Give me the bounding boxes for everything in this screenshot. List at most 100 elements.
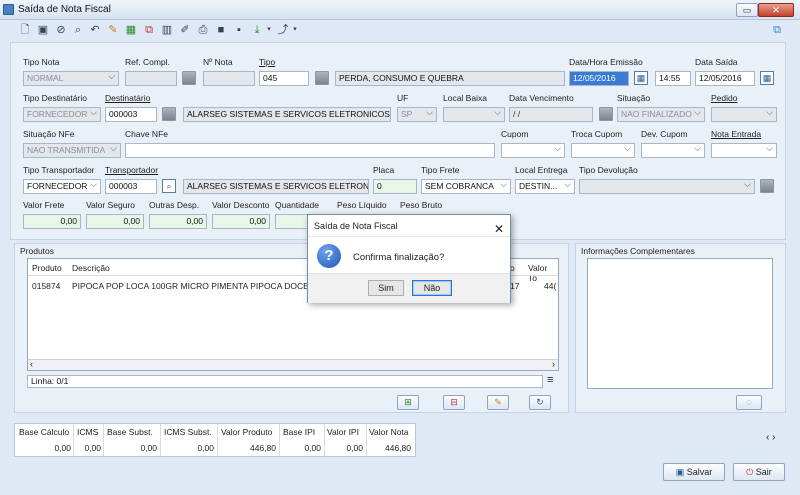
dark-box-icon[interactable]: ▪ [232,23,246,37]
nota-entrada-select[interactable] [711,143,777,158]
header-form: Tipo Nota NORMAL Ref. Compl. Nº Nota Tip… [10,42,786,240]
scroll-right-icon[interactable]: › [552,359,555,369]
toolbar: 🗋 ▣ ⊘ ⌕ ↶ ✎ ▦ ⧉ ▥ ✐ ⎙ ■ ▪ ⤓ ▾ ⤴ ▾ ⧉ [0,20,800,42]
valor-desconto-field[interactable]: 0,00 [212,214,270,229]
pedido-select[interactable] [711,107,777,122]
outras-desp-field[interactable]: 0,00 [149,214,207,229]
comment-add-button[interactable]: ◌ [736,395,762,410]
dialog-close-icon[interactable]: ✕ [494,218,504,240]
dialog-title-bar: Saída de Nota Fiscal ✕ [308,215,510,237]
import-dropdown-icon[interactable]: ▾ [262,23,276,37]
tipo-frete-select[interactable]: SEM COBRANCA [421,179,511,194]
dev-cupom-select[interactable] [641,143,705,158]
save-button[interactable]: ▣ Salvar [663,463,725,481]
data-saida-field[interactable]: 12/05/2016 [695,71,755,86]
destinatario-code-field[interactable]: 000003 [105,107,157,122]
tipo-dest-select[interactable]: FORNECEDOR [23,107,101,122]
stop-icon[interactable]: ■ [214,23,228,37]
save-label: Salvar [686,467,713,477]
cupom-select[interactable] [501,143,565,158]
destinatario-label: Destinatário [105,93,151,103]
tipo-transp-select[interactable]: FORNECEDOR [23,179,101,194]
divider [103,424,104,456]
transportador-code-field[interactable]: 000003 [105,179,157,194]
linha-counter: Linha: 0/1 [27,375,543,388]
tipo-lookup-icon[interactable] [315,71,329,85]
save-icon: ▣ [675,467,687,477]
yes-button[interactable]: Sim [368,280,404,296]
troca-cupom-label: Troca Cupom [571,129,623,139]
local-baixa-select[interactable] [443,107,505,122]
ref-compl-lookup-icon[interactable] [182,71,196,85]
chave-nfe-field[interactable] [125,143,495,158]
destinatario-name-field: ALARSEG SISTEMAS E SERVICOS ELETRONICOS [183,107,391,122]
col-valor-total[interactable]: Valor To [528,263,558,283]
menu-lines-icon[interactable]: ≡ [547,374,553,386]
search-icon[interactable]: ⌕ [71,23,85,37]
no-button[interactable]: Não [412,280,452,296]
col-descricao[interactable]: Descrição [72,263,110,273]
print-icon[interactable]: ⎙ [196,23,210,37]
total-base-ipi-label: Base IPI [283,427,316,437]
grid-icon[interactable]: ▦ [124,23,138,37]
ref-compl-field[interactable] [125,71,177,86]
total-valor-nota-label: Valor Nota [369,427,409,437]
exit-button[interactable]: ⏻ Sair [733,463,785,481]
save-icon[interactable]: ▣ [36,23,50,37]
data-venc-field[interactable]: / / [509,107,593,122]
undo-icon[interactable]: ↶ [88,23,102,37]
window-list-icon[interactable]: ⧉ [770,23,784,37]
hora-emissao-field[interactable]: 14:55 [655,71,691,86]
placa-field[interactable]: 0 [373,179,417,194]
uf-select[interactable]: SP [397,107,437,122]
nota-entrada-label: Nota Entrada [711,129,762,139]
refresh-button[interactable]: ↻ [529,395,551,410]
minimize-button[interactable]: ▭ [736,3,758,17]
tipo-nota-select[interactable]: NORMAL [23,71,119,86]
quantidade-label: Quantidade [275,200,319,210]
destinatario-lookup-icon[interactable] [162,107,176,121]
row-qtd: 17 [510,281,520,291]
quantidade-field[interactable] [275,214,309,229]
total-base-subst: 0,00 [140,443,157,453]
local-entrega-select[interactable]: DESTIN... [515,179,575,194]
wand-icon[interactable]: ✎ [106,23,120,37]
clear-item-button[interactable]: ✎ [487,395,509,410]
dialog-footer: Sim Não [308,273,510,303]
calendar-icon[interactable]: ▦ [634,71,648,85]
add-item-button[interactable]: ⊞ [397,395,419,410]
edit-icon[interactable]: ✐ [178,23,192,37]
remove-item-button[interactable]: ⊟ [443,395,465,410]
horizontal-scrollbar[interactable]: ‹ › [28,359,558,370]
data-emissao-field[interactable]: 12/05/2016 [569,71,629,86]
col-produto[interactable]: Produto [32,263,62,273]
valor-seguro-field[interactable]: 0,00 [86,214,144,229]
situacao-nfe-select[interactable]: NAO TRANSMITIDA [23,143,121,158]
info-textarea[interactable] [587,258,773,389]
tipo-devolucao-select[interactable] [579,179,755,194]
troca-cupom-select[interactable] [571,143,635,158]
tipo-code-field[interactable]: 045 [259,71,309,86]
scroll-left-icon[interactable]: ‹ [30,359,33,369]
num-nota-field[interactable] [203,71,255,86]
situacao-select[interactable]: NAO FINALIZADO [617,107,705,122]
valor-frete-field[interactable]: 0,00 [23,214,81,229]
calendar-icon[interactable]: ▦ [760,71,774,85]
valor-frete-label: Valor Frete [23,200,65,210]
total-icms-label: ICMS [77,427,99,437]
close-button[interactable]: ✕ [758,3,794,17]
info-title: Informações Complementares [581,246,695,256]
question-icon: ? [317,244,341,268]
export-dropdown-icon[interactable]: ▾ [288,23,302,37]
total-valor-ipi: 0,00 [346,443,363,453]
barcode-icon[interactable]: ▥ [160,23,174,37]
new-doc-icon[interactable]: 🗋 [18,23,32,37]
tipo-devolucao-lookup-icon[interactable] [760,179,774,193]
cancel-icon[interactable]: ⊘ [54,23,68,37]
total-base-ipi: 0,00 [304,443,321,453]
app-icon [3,4,14,15]
transportador-lookup-icon[interactable]: ⌕ [162,179,176,193]
totals-nav-icon[interactable]: ‹ › [766,432,775,443]
calendar-icon[interactable] [599,107,613,121]
copy-icon[interactable]: ⧉ [142,23,156,37]
